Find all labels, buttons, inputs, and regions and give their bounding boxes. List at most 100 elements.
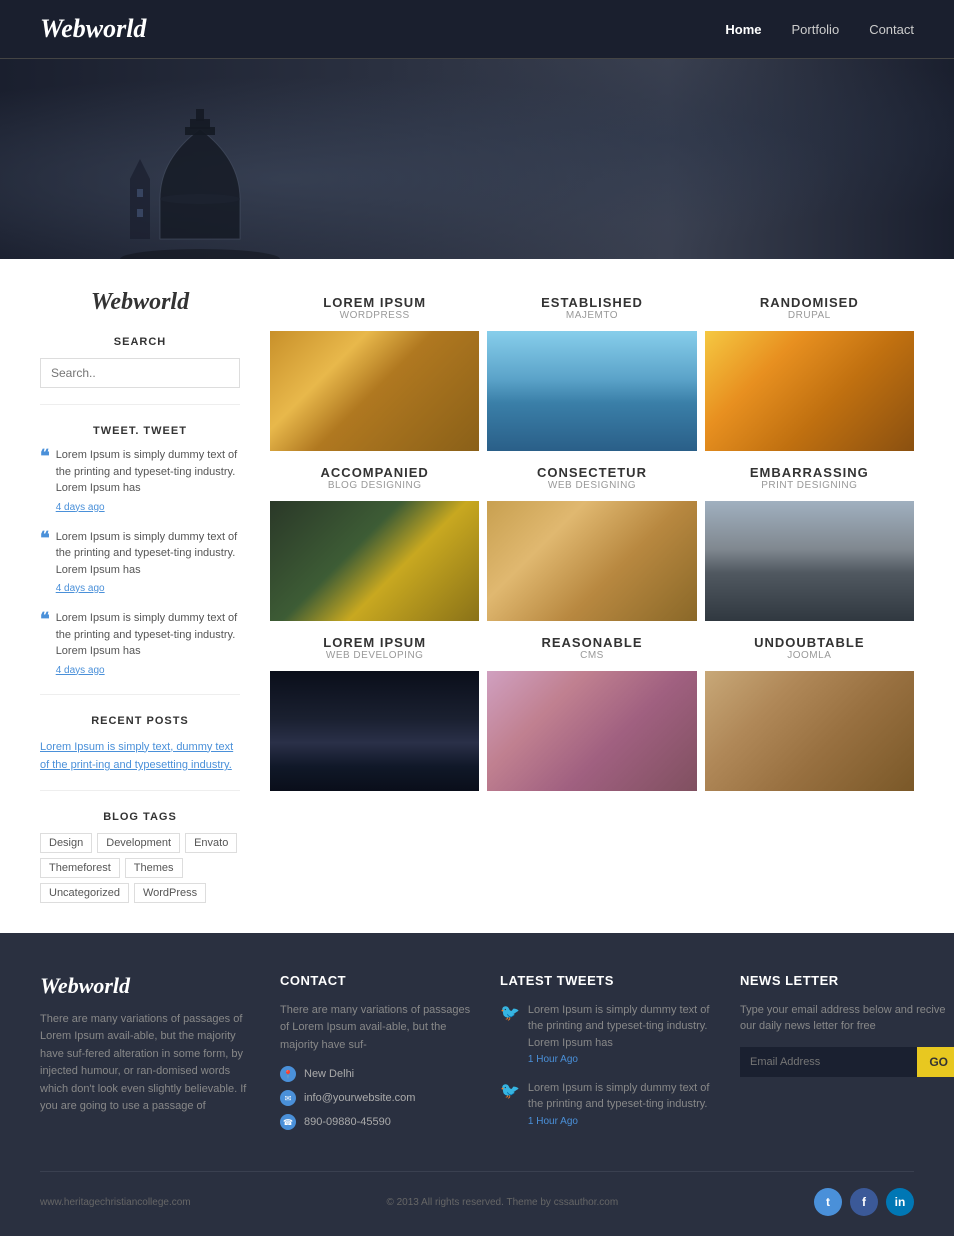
social-icons: t f in — [814, 1188, 914, 1216]
portfolio-image-7[interactable] — [270, 671, 479, 791]
portfolio-sub-title-4: BLOG DESIGNING — [274, 480, 475, 491]
footer-copyright: © 2013 All rights reserved. Theme by css… — [386, 1197, 618, 1208]
portfolio-section: LOREM IPSUM WORDPRESS ESTABLISHED MAJEMT… — [270, 289, 914, 903]
footer-grid: Webworld There are many variations of pa… — [40, 973, 914, 1142]
tweet-text-1: Lorem Ipsum is simply dummy text of the … — [56, 449, 238, 494]
portfolio-sub-title-9: JOOMLA — [709, 650, 910, 661]
portfolio-header-row-2: ACCOMPANIED BLOG DESIGNING CONSECTETUR W… — [270, 459, 914, 497]
tag-envato[interactable]: Envato — [185, 833, 237, 853]
portfolio-main-title-4: ACCOMPANIED — [274, 465, 475, 480]
newsletter-submit-button[interactable]: GO — [917, 1047, 954, 1077]
tweet-text-3: Lorem Ipsum is simply dummy text of the … — [56, 612, 238, 657]
portfolio-sub-title-8: CMS — [491, 650, 692, 661]
portfolio-main-title-6: EMBARRASSING — [709, 465, 910, 480]
social-twitter-button[interactable]: t — [814, 1188, 842, 1216]
portfolio-main-title-8: REASONABLE — [491, 635, 692, 650]
portfolio-image-9[interactable] — [705, 671, 914, 791]
tweet-item-3: ❝ Lorem Ipsum is simply dummy text of th… — [40, 610, 240, 678]
nav-home[interactable]: Home — [725, 22, 761, 37]
portfolio-main-title-1: LOREM IPSUM — [274, 295, 475, 310]
portfolio-title-9: UNDOUBTABLE JOOMLA — [705, 629, 914, 667]
footer-tweet-text-1: Lorem Ipsum is simply dummy text of the … — [528, 1004, 710, 1049]
portfolio-image-8[interactable] — [487, 671, 696, 791]
portfolio-sub-title-6: PRINT DESIGNING — [709, 480, 910, 491]
footer-tweet-text-2: Lorem Ipsum is simply dummy text of the … — [528, 1082, 710, 1111]
social-linkedin-button[interactable]: in — [886, 1188, 914, 1216]
tweet-time-1[interactable]: 4 days ago — [56, 500, 240, 515]
portfolio-images-row-3 — [270, 671, 914, 791]
portfolio-image-6[interactable] — [705, 501, 914, 621]
footer-newsletter-title: NEWS LETTER — [740, 973, 954, 988]
portfolio-image-3[interactable] — [705, 331, 914, 451]
twitter-icon-1: 🐦 — [500, 1002, 520, 1068]
tag-development[interactable]: Development — [97, 833, 180, 853]
footer-url: www.heritagechristiancollege.com — [40, 1197, 191, 1208]
tweets-label: TWEET. TWEET — [40, 425, 240, 437]
recent-post-link[interactable]: Lorem Ipsum is simply text, dummy text o… — [40, 741, 233, 772]
footer-tweets: LATEST TWEETS 🐦 Lorem Ipsum is simply du… — [500, 973, 720, 1142]
footer-tweet-time-2[interactable]: 1 Hour Ago — [528, 1116, 578, 1127]
portfolio-title-8: REASONABLE CMS — [487, 629, 696, 667]
portfolio-title-2: ESTABLISHED MAJEMTO — [487, 289, 696, 327]
tweet-item-1: ❝ Lorem Ipsum is simply dummy text of th… — [40, 447, 240, 515]
email-icon: ✉ — [280, 1090, 296, 1106]
portfolio-images-row-2 — [270, 501, 914, 621]
tweet-quote-icon-2: ❝ — [40, 529, 50, 597]
newsletter-email-input[interactable] — [740, 1047, 917, 1077]
blog-tags-label: BLOG TAGS — [40, 811, 240, 823]
portfolio-title-4: ACCOMPANIED BLOG DESIGNING — [270, 459, 479, 497]
portfolio-sub-title-7: WEB DEVELOPING — [274, 650, 475, 661]
sidebar: Webworld SEARCH TWEET. TWEET ❝ Lorem Ips… — [40, 289, 240, 903]
tag-themes[interactable]: Themes — [125, 858, 183, 878]
hero-dome-icon — [100, 99, 300, 259]
footer-description: There are many variations of passages of… — [40, 1011, 260, 1117]
footer-about: Webworld There are many variations of pa… — [40, 973, 260, 1142]
footer-newsletter: NEWS LETTER Type your email address belo… — [740, 973, 954, 1142]
tweet-time-2[interactable]: 4 days ago — [56, 581, 240, 596]
portfolio-main-title-5: CONSECTETUR — [491, 465, 692, 480]
tag-themeforest[interactable]: Themeforest — [40, 858, 120, 878]
portfolio-image-5[interactable] — [487, 501, 696, 621]
footer: Webworld There are many variations of pa… — [0, 933, 954, 1236]
portfolio-main-title-3: RANDOMISED — [709, 295, 910, 310]
hero-banner — [0, 59, 954, 259]
tag-wordpress[interactable]: WordPress — [134, 883, 206, 903]
portfolio-image-2[interactable] — [487, 331, 696, 451]
portfolio-title-7: LOREM IPSUM WEB DEVELOPING — [270, 629, 479, 667]
portfolio-title-3: RANDOMISED DRUPAL — [705, 289, 914, 327]
footer-logo: Webworld — [40, 973, 260, 999]
search-input[interactable] — [40, 358, 240, 388]
portfolio-sub-title-5: WEB DESIGNING — [491, 480, 692, 491]
main-nav: Home Portfolio Contact — [725, 22, 914, 37]
portfolio-main-title-7: LOREM IPSUM — [274, 635, 475, 650]
portfolio-sub-title-2: MAJEMTO — [491, 310, 692, 321]
portfolio-image-4[interactable] — [270, 501, 479, 621]
portfolio-title-6: EMBARRASSING PRINT DESIGNING — [705, 459, 914, 497]
divider-2 — [40, 694, 240, 695]
portfolio-header-row-3: LOREM IPSUM WEB DEVELOPING REASONABLE CM… — [270, 629, 914, 667]
location-icon: 📍 — [280, 1066, 296, 1082]
tag-design[interactable]: Design — [40, 833, 92, 853]
contact-address: 📍 New Delhi — [280, 1066, 480, 1082]
main-content: Webworld SEARCH TWEET. TWEET ❝ Lorem Ips… — [0, 259, 954, 933]
tweet-quote-icon: ❝ — [40, 447, 50, 515]
tag-uncategorized[interactable]: Uncategorized — [40, 883, 129, 903]
footer-tweet-1: 🐦 Lorem Ipsum is simply dummy text of th… — [500, 1002, 720, 1068]
header: Webworld Home Portfolio Contact — [0, 0, 954, 59]
portfolio-images-row-1 — [270, 331, 914, 451]
contact-phone-text: 890-09880-45590 — [304, 1116, 391, 1128]
newsletter-form: GO — [740, 1047, 954, 1077]
tweet-quote-icon-3: ❝ — [40, 610, 50, 678]
nav-contact[interactable]: Contact — [869, 22, 914, 37]
portfolio-image-1[interactable] — [270, 331, 479, 451]
contact-email: ✉ info@yourwebsite.com — [280, 1090, 480, 1106]
blog-tags-container: Design Development Envato Themeforest Th… — [40, 833, 240, 903]
portfolio-sub-title-3: DRUPAL — [709, 310, 910, 321]
divider-3 — [40, 790, 240, 791]
phone-icon: ☎ — [280, 1114, 296, 1130]
tweet-time-3[interactable]: 4 days ago — [56, 663, 240, 678]
social-facebook-button[interactable]: f — [850, 1188, 878, 1216]
nav-portfolio[interactable]: Portfolio — [791, 22, 839, 37]
footer-tweet-time-1[interactable]: 1 Hour Ago — [528, 1054, 578, 1065]
contact-email-text: info@yourwebsite.com — [304, 1092, 415, 1104]
